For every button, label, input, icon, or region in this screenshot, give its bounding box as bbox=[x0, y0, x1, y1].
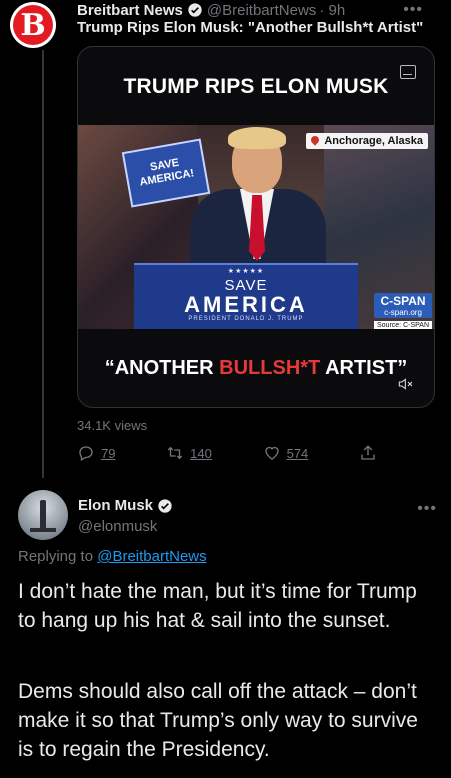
tweet1-actions: 79 140 574 bbox=[77, 442, 377, 464]
breitbart-avatar[interactable]: B bbox=[10, 2, 56, 48]
elonmusk-avatar[interactable] bbox=[18, 490, 68, 540]
video-quote-caption: “ANOTHER BULLSH*T ARTIST” bbox=[78, 357, 434, 380]
thread-connector-line bbox=[42, 50, 44, 478]
tweet1-handle[interactable]: @BreitbartNews bbox=[207, 2, 316, 19]
launch-pad-silhouette bbox=[30, 528, 56, 532]
quote-part-close: ARTIST” bbox=[320, 357, 408, 379]
cspan-logo-text: C-SPAN bbox=[380, 294, 426, 308]
tweet2-paragraph-1: I don’t hate the man, but it’s time for … bbox=[18, 580, 417, 632]
quote-part-open: “ANOTHER bbox=[104, 357, 220, 379]
video-title-overlay: TRUMP RIPS ELON MUSK bbox=[123, 75, 389, 98]
tweet2-handle[interactable]: @elonmusk bbox=[78, 518, 157, 535]
like-button[interactable]: 574 bbox=[263, 444, 309, 462]
replying-to-line: Replying to @BreitbartNews bbox=[18, 548, 207, 565]
retweet-count: 140 bbox=[190, 445, 212, 461]
video-player[interactable]: TRUMP RIPS ELON MUSK SAVE AMERICA! Ancho… bbox=[77, 46, 435, 408]
podium-sign: ★★★★★ SAVE AMERICA PRESIDENT DONALD J. T… bbox=[134, 263, 358, 329]
reply-icon bbox=[79, 446, 93, 461]
like-count: 574 bbox=[286, 445, 309, 461]
verified-badge-icon bbox=[158, 498, 172, 513]
reply-button[interactable]: 79 bbox=[77, 444, 115, 462]
more-options-icon[interactable]: ••• bbox=[403, 1, 423, 19]
mute-icon[interactable] bbox=[398, 377, 414, 391]
heart-icon bbox=[264, 446, 279, 460]
breitbart-logo: B bbox=[13, 5, 53, 45]
verified-badge-icon bbox=[188, 3, 202, 17]
retweet-button[interactable]: 140 bbox=[166, 444, 212, 462]
more-options-icon[interactable]: ••• bbox=[417, 500, 437, 518]
replying-prefix: Replying to bbox=[18, 548, 98, 565]
closed-captions-icon[interactable] bbox=[400, 65, 416, 79]
cspan-source: Source: C-SPAN bbox=[374, 321, 432, 329]
tweet1-time[interactable]: · 9h bbox=[319, 2, 345, 19]
video-frame-image: SAVE AMERICA! Anchorage, Alaska ★★★★★ SA… bbox=[78, 125, 434, 329]
tweet2-display-name[interactable]: Elon Musk bbox=[78, 497, 177, 514]
cspan-watermark: C-SPAN c-span.org Source: C-SPAN bbox=[374, 293, 432, 329]
reply-count: 79 bbox=[101, 445, 116, 461]
tweet1-text: Trump Rips Elon Musk: "Another Bullsh*t … bbox=[77, 19, 424, 36]
view-count: 34.1K views bbox=[77, 418, 148, 433]
share-icon bbox=[361, 445, 375, 460]
location-badge: Anchorage, Alaska bbox=[306, 133, 428, 149]
tweet2-paragraph-2: Dems should also call off the attack – d… bbox=[18, 680, 418, 761]
cspan-logo: C-SPAN c-span.org bbox=[374, 293, 432, 318]
podium-line3: PRESIDENT DONALD J. TRUMP bbox=[188, 316, 304, 322]
replying-to-link[interactable]: @BreitbartNews bbox=[97, 548, 206, 565]
share-button[interactable] bbox=[359, 444, 377, 462]
speaker-hair bbox=[228, 127, 286, 149]
podium-stars: ★★★★★ bbox=[227, 268, 265, 275]
tweet1-display-name[interactable]: Breitbart News bbox=[77, 2, 183, 19]
podium-line2: AMERICA bbox=[184, 292, 308, 317]
tweet2-name-text: Elon Musk bbox=[78, 497, 154, 514]
cspan-url: c-span.org bbox=[384, 308, 422, 317]
quote-part-red: BULLSH*T bbox=[219, 357, 321, 379]
tweet1-header: Breitbart News @BreitbartNews · 9h ••• bbox=[77, 0, 437, 20]
retweet-icon bbox=[167, 446, 183, 460]
